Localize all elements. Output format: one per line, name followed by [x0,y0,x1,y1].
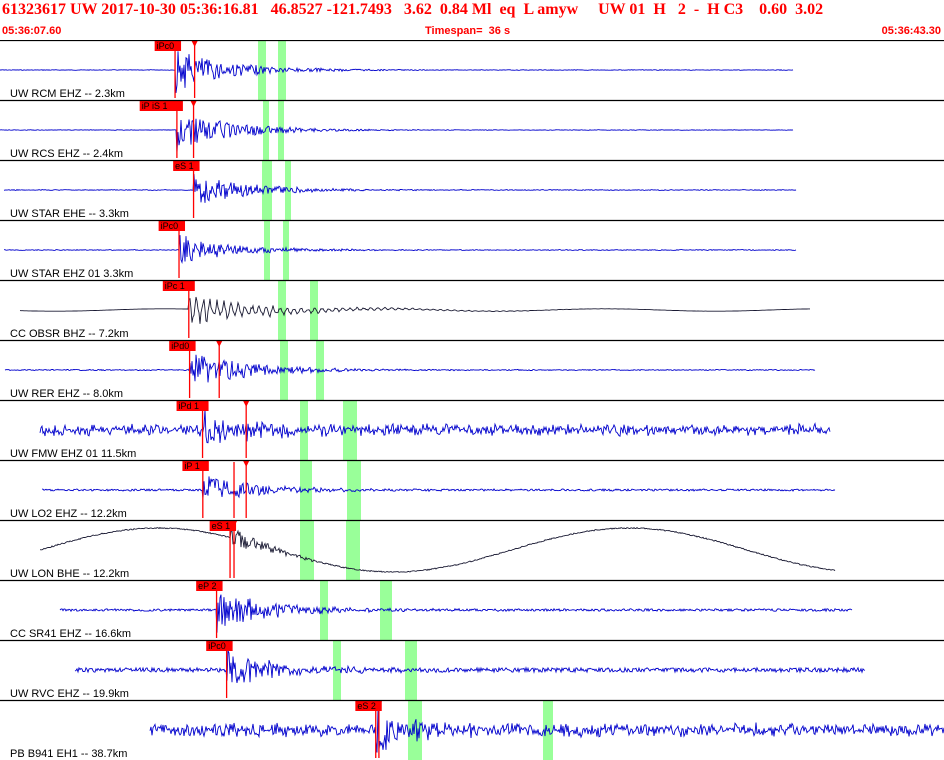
pick-arrow-icon[interactable] [190,101,197,107]
trace-row[interactable]: iPc0 UW RVC EHZ -- 19.9km [0,639,944,700]
pick-label: iPd0 [171,341,189,351]
trace-row[interactable]: eS 2 PB B941 EH1 -- 38.7km [0,699,944,760]
pick-label: iPc0 [208,641,226,651]
pick-window [300,520,314,580]
station-label: PB B941 EH1 -- 38.7km [10,748,127,760]
pick-arrow-icon[interactable] [191,41,198,47]
pick-label: iPd 1 [179,401,200,411]
waveform [19,296,810,324]
trace-row[interactable]: iPc 1 CC OBSR BHZ -- 7.2km [0,279,944,340]
station-label: UW STAR EHZ 01 3.3km [10,268,133,280]
pick-label: iPc0 [161,221,179,231]
waveform [0,51,794,93]
pick-label: eP 2 [198,581,216,591]
pick-label: iPc0 [157,41,175,51]
trace-row[interactable]: eS 1 UW LON BHE -- 12.2km [0,519,944,580]
station-label: UW LO2 EHZ -- 12.2km [10,508,127,520]
station-label: UW RCS EHZ -- 2.4km [10,148,123,160]
station-label: UW FMW EHZ 01 11.5km [10,448,136,460]
waveform [3,174,797,203]
trace-row[interactable]: iPd0 UW RER EHZ -- 8.0km [0,339,944,400]
station-label: UW STAR EHE -- 3.3km [10,208,129,220]
trace-row[interactable]: iPc0 UW RCM EHZ -- 2.3km [0,40,944,100]
pick-label: eS 1 [175,161,194,171]
station-label: CC SR41 EHZ -- 16.6km [10,628,131,640]
pick-label: iPc 1 [165,281,185,291]
pick-label: iP 1 [184,461,199,471]
station-label: UW LON BHE -- 12.2km [10,568,129,580]
waveform [59,594,853,633]
pick-window [310,280,318,340]
pick-arrow-icon[interactable] [243,401,250,407]
pick-window [263,100,269,160]
trace-row[interactable]: iPc0 UW STAR EHZ 01 3.3km [0,219,944,280]
waveform [4,354,816,383]
waveform [39,526,836,573]
station-label: UW RER EHZ -- 8.0km [10,388,123,400]
end-time: 05:36:43.30 [881,25,941,37]
seismogram-panel[interactable]: iPc0 UW RCM EHZ -- 2.3km iP iS 1 UW RCS EHZ… [0,40,944,760]
pick-arrow-icon[interactable] [216,341,223,347]
event-header: 61323617 UW 2017-10-30 05:36:16.81 46.85… [0,0,944,40]
station-label: UW RVC EHZ -- 19.9km [10,688,129,700]
pick-label: iP iS 1 [142,101,168,111]
waveform [41,476,836,499]
trace-row[interactable]: eS 1 UW STAR EHE -- 3.3km [0,159,944,220]
event-summary-line: 61323617 UW 2017-10-30 05:36:16.81 46.85… [2,1,824,18]
trace-row[interactable]: iP iS 1 UW RCS EHZ -- 2.4km [0,99,944,160]
trace-row[interactable]: eP 2 CC SR41 EHZ -- 16.6km [0,579,944,640]
pick-window [346,520,360,580]
station-label: UW RCM EHZ -- 2.3km [10,88,125,100]
trace-row[interactable]: iPd 1 UW FMW EHZ 01 11.5km [0,399,944,460]
waveform [39,409,831,444]
station-label: CC OBSR BHZ -- 7.2km [10,328,129,340]
start-time: 05:36:07.60 [2,25,62,37]
waveform [74,650,866,683]
pick-arrow-icon[interactable] [243,461,250,467]
pick-label: eS 1 [212,521,231,531]
pick-window [278,280,286,340]
timespan: Timespan= 36 s [425,25,511,37]
pick-label: eS 2 [357,701,376,711]
trace-row[interactable]: iP 1 UW LO2 EHZ -- 12.2km [0,459,944,520]
waveform [4,235,797,264]
